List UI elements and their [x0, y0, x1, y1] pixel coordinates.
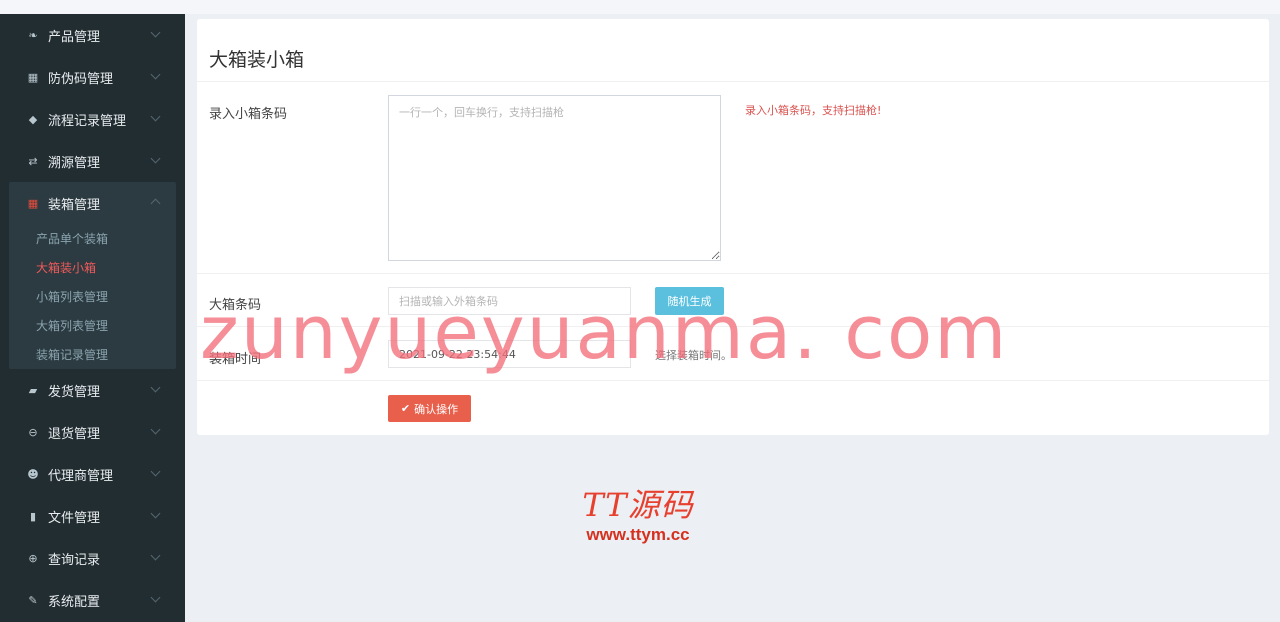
truck-icon: ▰: [28, 383, 38, 397]
chevron-down-icon: [150, 550, 161, 561]
sidebar-subitem-small-box-list[interactable]: 小箱列表管理: [9, 282, 176, 311]
divider: [197, 273, 1269, 274]
sidebar-item-process-records[interactable]: ◆ 流程记录管理: [0, 98, 185, 140]
sidebar-item-label: 查询记录: [48, 552, 101, 568]
sidebar-item-returns[interactable]: ⊖ 退货管理: [0, 411, 185, 453]
sidebar-subitem-single-pack[interactable]: 产品单个装箱: [9, 224, 176, 253]
sidebar-item-anticounterfeit[interactable]: ▦ 防伪码管理: [0, 56, 185, 98]
leaf-icon: ❧: [28, 28, 38, 42]
check-icon: ✔: [400, 402, 411, 415]
search-icon: ⊕: [28, 551, 38, 565]
sidebar-item-label: 溯源管理: [48, 155, 101, 171]
wrench-icon: ✎: [28, 593, 38, 607]
small-box-barcode-textarea[interactable]: [388, 95, 721, 261]
users-icon: ☻: [27, 467, 39, 481]
sidebar-item-label: 文件管理: [48, 510, 101, 526]
page-title: 大箱装小箱: [209, 49, 305, 71]
minus-circle-icon: ⊖: [28, 425, 38, 439]
sidebar-group-packing: ▦ 装箱管理 产品单个装箱 大箱装小箱 小箱列表管理 大箱列表管理 装箱记录管理: [9, 182, 176, 369]
sidebar-item-packing[interactable]: ▦ 装箱管理: [9, 182, 176, 224]
chevron-down-icon: [150, 382, 161, 393]
confirm-button-label: 确认操作: [414, 402, 459, 416]
sidebar-item-files[interactable]: ▮ 文件管理: [0, 495, 185, 537]
chevron-down-icon: [150, 466, 161, 477]
logo-url-text: www.ttym.cc: [586, 525, 690, 545]
chevron-down-icon: [150, 69, 161, 80]
sidebar-item-query-records[interactable]: ⊕ 查询记录: [0, 537, 185, 579]
chevron-down-icon: [150, 592, 161, 603]
sidebar-item-label: 退货管理: [48, 426, 101, 442]
sidebar-item-label: 装箱管理: [48, 197, 101, 213]
sidebar-item-system-config[interactable]: ✎ 系统配置: [0, 579, 185, 621]
watermark-text: zunyueyuanma. com: [200, 290, 1009, 376]
chevron-down-icon: [150, 27, 161, 38]
sidebar-item-shipping[interactable]: ▰ 发货管理: [0, 369, 185, 411]
sidebar-item-label: 防伪码管理: [48, 71, 114, 87]
divider: [197, 380, 1269, 381]
sidebar-item-label: 流程记录管理: [48, 113, 127, 129]
chevron-down-icon: [150, 424, 161, 435]
tags-icon: ◆: [28, 112, 38, 126]
top-bar: [0, 0, 1280, 14]
sidebar-subitem-packing-records[interactable]: 装箱记录管理: [9, 340, 176, 369]
sidebar-item-label: 系统配置: [48, 594, 101, 610]
file-icon: ▮: [29, 509, 37, 523]
retweet-icon: ⇄: [28, 154, 38, 168]
divider: [197, 81, 1269, 82]
sidebar-item-label: 发货管理: [48, 384, 101, 400]
sidebar-item-product[interactable]: ❧ 产品管理: [0, 14, 185, 56]
confirm-button[interactable]: ✔ 确认操作: [388, 395, 471, 422]
logo: TT源码 www.ttym.cc: [563, 486, 713, 545]
sidebar: ❧ 产品管理 ▦ 防伪码管理 ◆ 流程记录管理 ⇄ 溯源管理 ▦ 装箱管理 产品…: [0, 14, 185, 622]
grid-icon: ▦: [27, 196, 39, 210]
chevron-down-icon: [150, 153, 161, 164]
chevron-up-icon: [150, 198, 161, 209]
qrcode-icon: ▦: [27, 70, 39, 84]
sidebar-item-label: 代理商管理: [48, 468, 114, 484]
small-box-hint: 录入小箱条码，支持扫描枪!: [745, 104, 882, 117]
small-box-label: 录入小箱条码: [209, 107, 288, 122]
chevron-down-icon: [150, 111, 161, 122]
logo-main-text: TT源码: [582, 486, 694, 524]
chevron-down-icon: [150, 508, 161, 519]
sidebar-item-traceability[interactable]: ⇄ 溯源管理: [0, 140, 185, 182]
sidebar-item-label: 产品管理: [48, 29, 101, 45]
sidebar-item-agents[interactable]: ☻ 代理商管理: [0, 453, 185, 495]
sidebar-subitem-big-box-small-box[interactable]: 大箱装小箱: [9, 253, 176, 282]
sidebar-subitem-big-box-list[interactable]: 大箱列表管理: [9, 311, 176, 340]
